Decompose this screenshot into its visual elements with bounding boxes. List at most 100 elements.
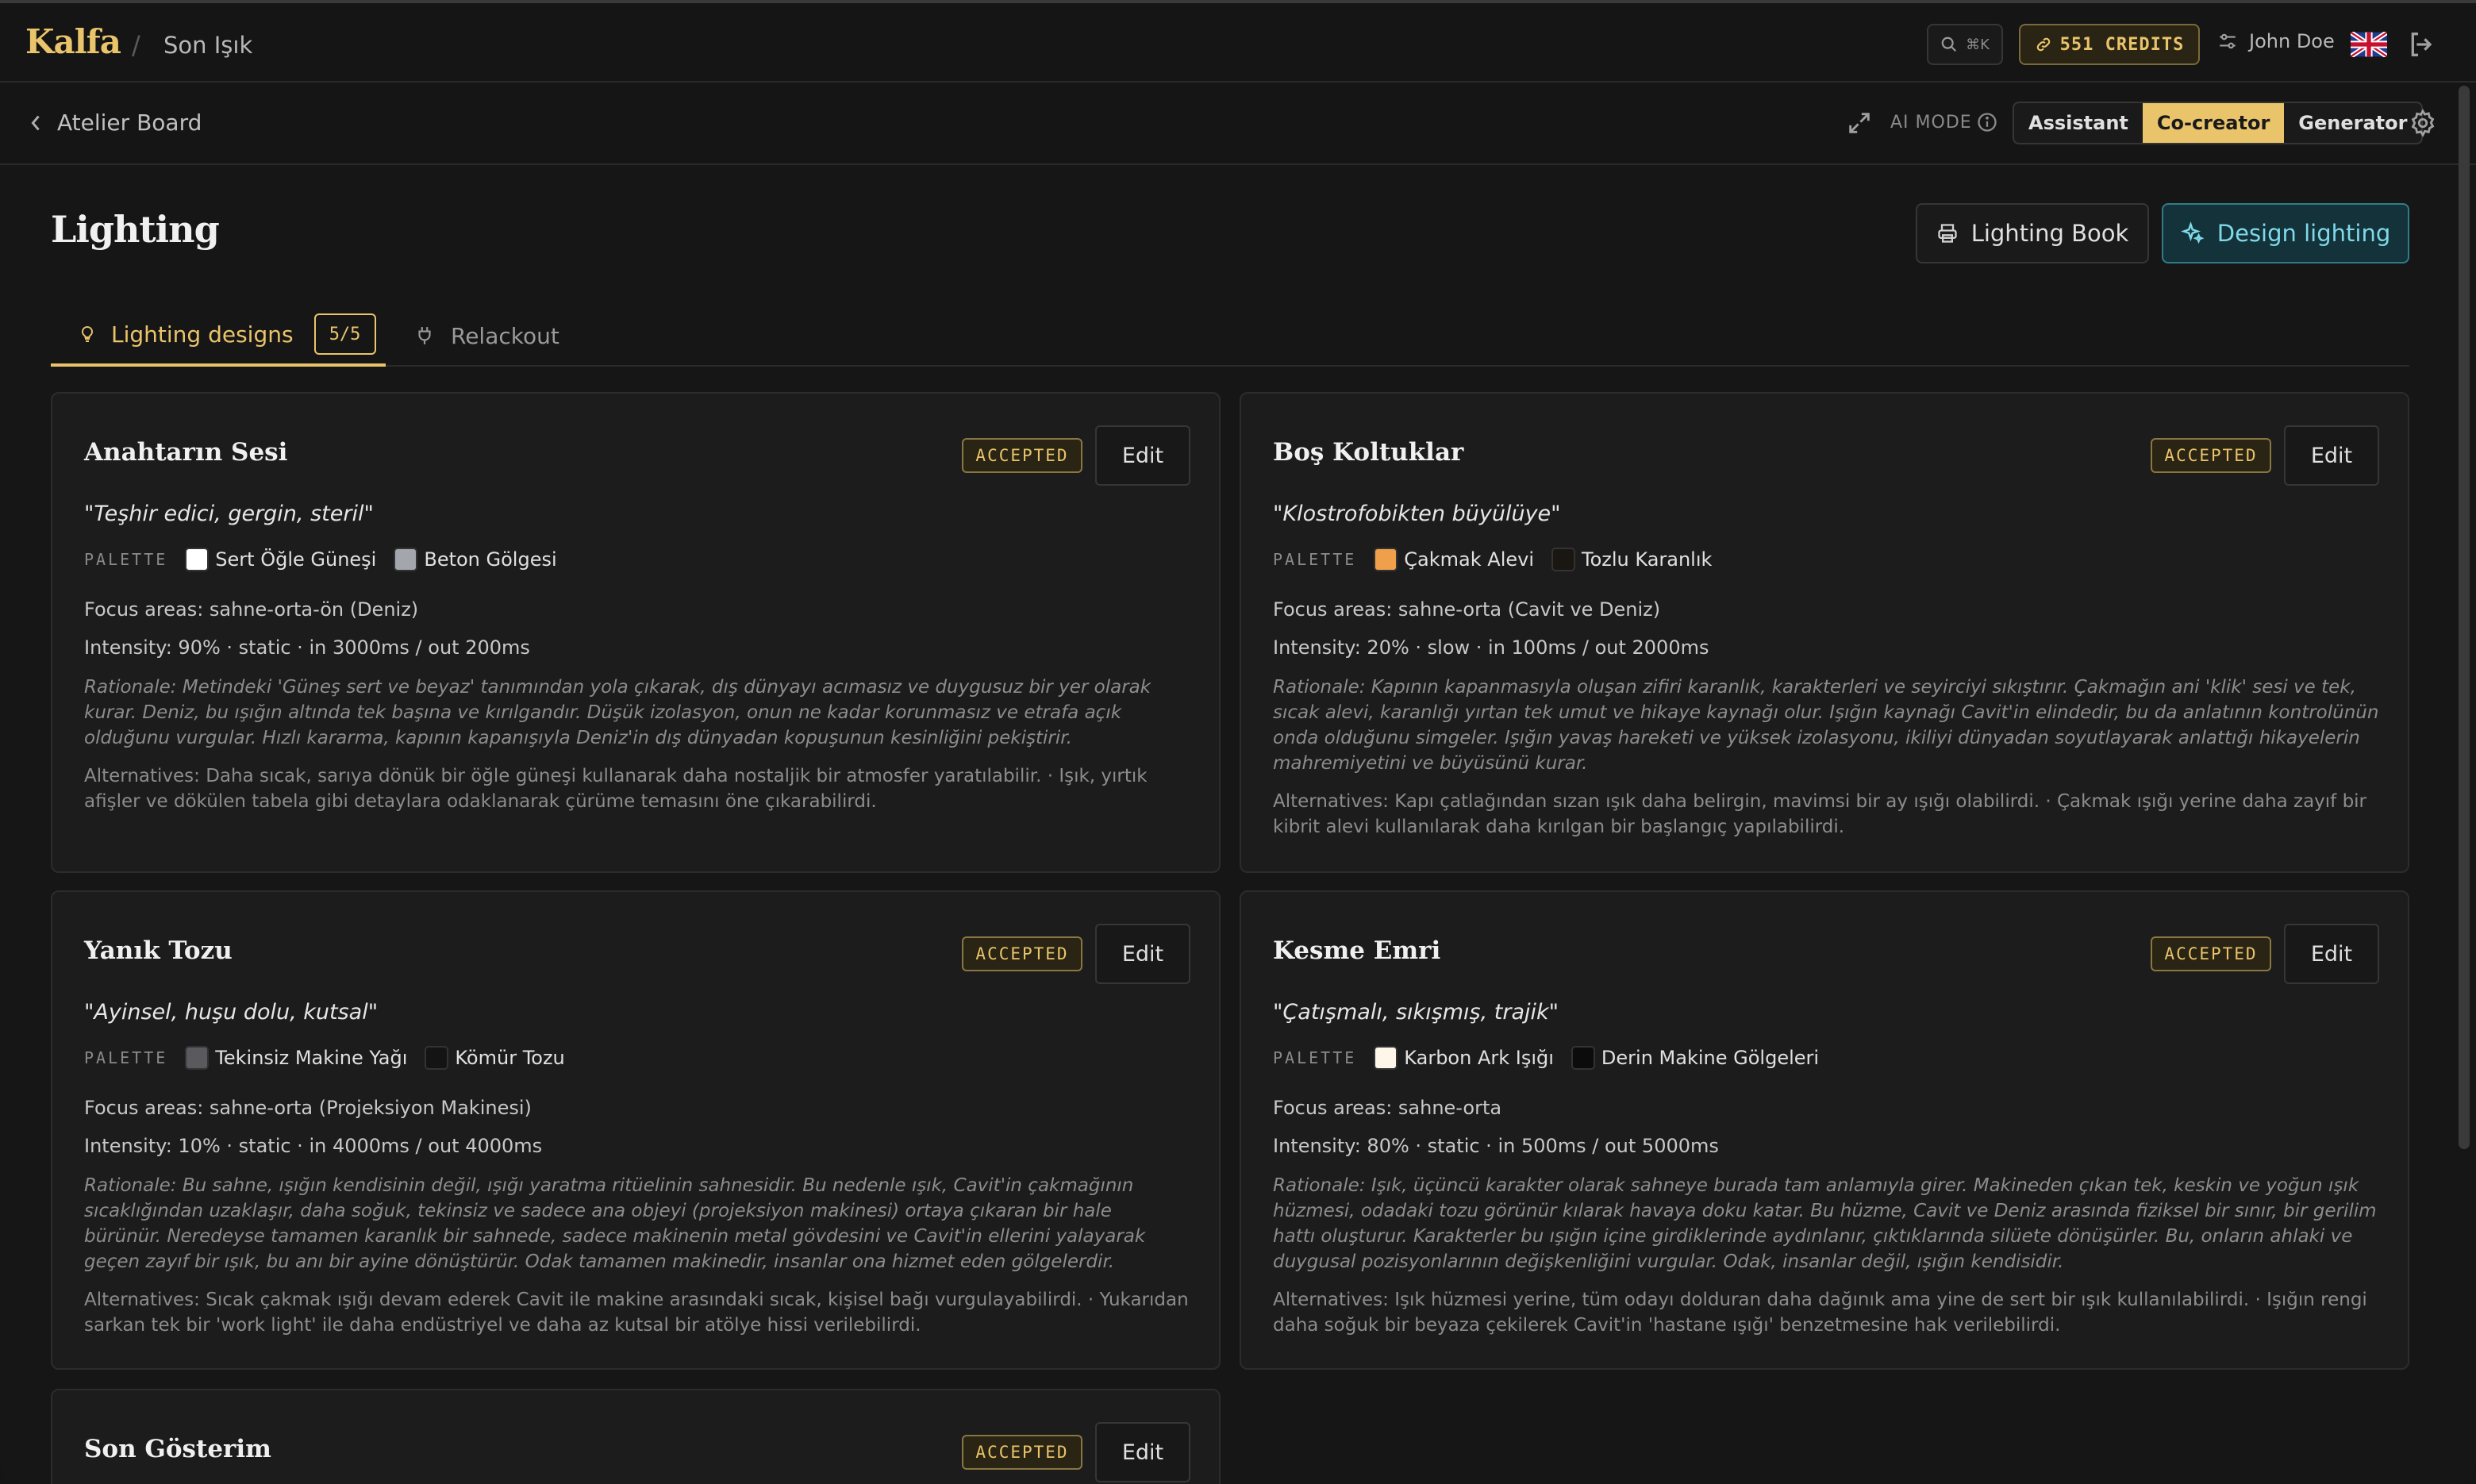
color-swatch — [1374, 1046, 1398, 1070]
brand-logo[interactable]: Kalfa — [25, 22, 121, 61]
ai-mode-switch: Assistant Co-creator Generator — [2013, 102, 2424, 144]
card-title: Kesme Emri — [1273, 936, 1441, 965]
card-title: Anahtarın Sesi — [84, 438, 288, 467]
plug-icon — [418, 327, 431, 344]
lighting-card: Boş Koltuklar ACCEPTED Edit "Klostrofobi… — [1240, 392, 2409, 873]
palette-item: Sert Öğle Güneşi — [185, 548, 376, 571]
gear-icon[interactable] — [2408, 108, 2438, 138]
breadcrumb-project[interactable]: Son Işık — [163, 32, 252, 59]
card-title: Yanık Tozu — [84, 936, 233, 965]
color-swatch — [394, 548, 418, 571]
palette-item-name: Kömür Tozu — [455, 1047, 565, 1069]
color-swatch — [1571, 1046, 1595, 1070]
card-mood: "Teşhir edici, gergin, steril" — [84, 502, 374, 526]
rationale: Rationale: Bu sahne, ışığın kendisinin d… — [84, 1175, 1146, 1272]
color-swatch — [1551, 548, 1575, 571]
lighting-book-button[interactable]: Lighting Book — [1916, 203, 2149, 263]
focus-areas: Focus areas: sahne-orta (Cavit ve Deniz) — [1273, 598, 1661, 621]
palette-item: Derin Makine Gölgeleri — [1571, 1046, 1819, 1070]
tab-relackout[interactable]: Relackout — [414, 305, 559, 367]
palette-item-name: Derin Makine Gölgeleri — [1601, 1047, 1820, 1069]
design-lighting-label: Design lighting — [2216, 220, 2391, 247]
lighting-card: Son Gösterim ACCEPTED Edit — [51, 1389, 1221, 1484]
intensity: Intensity: 90% · static · in 3000ms / ou… — [84, 636, 530, 659]
design-lighting-button[interactable]: Design lighting — [2162, 203, 2409, 263]
palette-row: PALETTE Sert Öğle Güneşi Beton Gölgesi — [84, 548, 563, 571]
info-icon[interactable] — [1976, 111, 1998, 133]
mode-generator[interactable]: Generator — [2284, 103, 2421, 143]
breadcrumb-separator: / — [132, 30, 140, 60]
alternatives: Alternatives: Işık hüzmesi yerine, tüm o… — [1273, 1290, 2367, 1336]
focus-areas: Focus areas: sahne-orta-ön (Deniz) — [84, 598, 419, 621]
app-window: Kalfa / Son Işık ⌘K 551 CREDITS John Doe — [0, 0, 2476, 1484]
alternatives: Alternatives: Sıcak çakmak ışığı devam e… — [84, 1290, 1189, 1336]
rationale: Rationale: Metindeki 'Güneş sert ve beya… — [84, 677, 1151, 748]
back-link-label: Atelier Board — [57, 110, 202, 136]
alternatives: Alternatives: Kapı çatlağından sızan ışı… — [1273, 791, 2367, 837]
focus-areas: Focus areas: sahne-orta — [1273, 1097, 1502, 1119]
mode-co-creator[interactable]: Co-creator — [2142, 103, 2285, 143]
color-swatch — [1374, 548, 1398, 571]
alternatives: Alternatives: Daha sıcak, sarıya dönük b… — [84, 766, 1148, 812]
palette-item-name: Tozlu Karanlık — [1582, 548, 1713, 571]
language-flag-icon[interactable] — [2351, 32, 2387, 57]
card-mood: "Klostrofobikten büyülüye" — [1273, 502, 1561, 526]
top-bar: Kalfa / Son Işık ⌘K 551 CREDITS John Doe — [0, 6, 2476, 83]
palette-item-name: Beton Gölgesi — [424, 548, 557, 571]
status-badge: ACCEPTED — [2151, 936, 2271, 971]
card-title: Son Gösterim — [84, 1435, 271, 1463]
lighting-card: Yanık Tozu ACCEPTED Edit "Ayinsel, huşu … — [51, 890, 1221, 1370]
mode-assistant[interactable]: Assistant — [2014, 103, 2143, 143]
edit-button[interactable]: Edit — [1095, 1422, 1190, 1482]
sparkles-icon — [2180, 221, 2205, 244]
palette-row: PALETTE Tekinsiz Makine Yağı Kömür Tozu — [84, 1046, 571, 1070]
edit-button[interactable]: Edit — [1095, 425, 1190, 486]
palette-item: Tekinsiz Makine Yağı — [185, 1046, 407, 1070]
scrollbar[interactable] — [2459, 86, 2470, 1149]
palette-item-name: Sert Öğle Güneşi — [215, 548, 377, 571]
intensity: Intensity: 10% · static · in 4000ms / ou… — [84, 1135, 543, 1157]
color-swatch — [185, 1046, 210, 1070]
status-badge: ACCEPTED — [962, 438, 1082, 473]
back-link[interactable]: Atelier Board — [29, 110, 202, 136]
palette-item-name: Karbon Ark Işığı — [1404, 1047, 1554, 1069]
logout-icon[interactable] — [2406, 29, 2438, 60]
lighting-card: Kesme Emri ACCEPTED Edit "Çatışmalı, sık… — [1240, 890, 2409, 1370]
palette-item-name: Çakmak Alevi — [1404, 548, 1534, 571]
palette-label: PALETTE — [1273, 1048, 1357, 1067]
palette-label: PALETTE — [1273, 550, 1357, 569]
palette-label: PALETTE — [84, 550, 168, 569]
chevron-left-icon — [31, 115, 40, 130]
palette-item: Kömür Tozu — [425, 1046, 565, 1070]
page-title: Lighting — [51, 208, 220, 251]
search-button[interactable]: ⌘K — [1927, 24, 2003, 65]
user-settings-icon — [2220, 33, 2236, 49]
card-mood: "Çatışmalı, sıkışmış, trajik" — [1273, 1000, 1559, 1025]
ai-mode-label: AI MODE — [1890, 113, 1972, 133]
user-name: John Doe — [2249, 30, 2335, 52]
edit-button[interactable]: Edit — [2284, 425, 2379, 486]
expand-icon[interactable] — [1846, 110, 1873, 136]
edit-button[interactable]: Edit — [1095, 924, 1190, 984]
palette-item: Beton Gölgesi — [394, 548, 557, 571]
tab-count-badge: 5/5 — [313, 313, 376, 355]
tab-lighting-designs[interactable]: Lighting designs 5/5 — [51, 305, 386, 367]
color-swatch — [185, 548, 210, 571]
user-menu[interactable]: John Doe — [2217, 30, 2335, 52]
palette-item: Tozlu Karanlık — [1551, 548, 1712, 571]
status-badge: ACCEPTED — [962, 1435, 1082, 1470]
tab-lighting-designs-label: Lighting designs — [111, 321, 294, 348]
intensity: Intensity: 20% · slow · in 100ms / out 2… — [1273, 636, 1709, 659]
tab-relackout-label: Relackout — [451, 322, 559, 349]
palette-row: PALETTE Karbon Ark Işığı Derin Makine Gö… — [1273, 1046, 1825, 1070]
rationale: Rationale: Işık, üçüncü karakter olarak … — [1273, 1175, 2377, 1272]
lighting-book-label: Lighting Book — [1970, 220, 2129, 247]
edit-button[interactable]: Edit — [2284, 924, 2379, 984]
credits-badge[interactable]: 551 CREDITS — [2019, 24, 2200, 65]
palette-item: Karbon Ark Işığı — [1374, 1046, 1554, 1070]
focus-areas: Focus areas: sahne-orta (Projeksiyon Mak… — [84, 1097, 532, 1119]
search-icon — [1941, 37, 1957, 52]
tabs-divider — [51, 365, 2409, 367]
printer-icon — [1938, 224, 1957, 243]
search-shortcut: ⌘K — [1966, 36, 1990, 53]
